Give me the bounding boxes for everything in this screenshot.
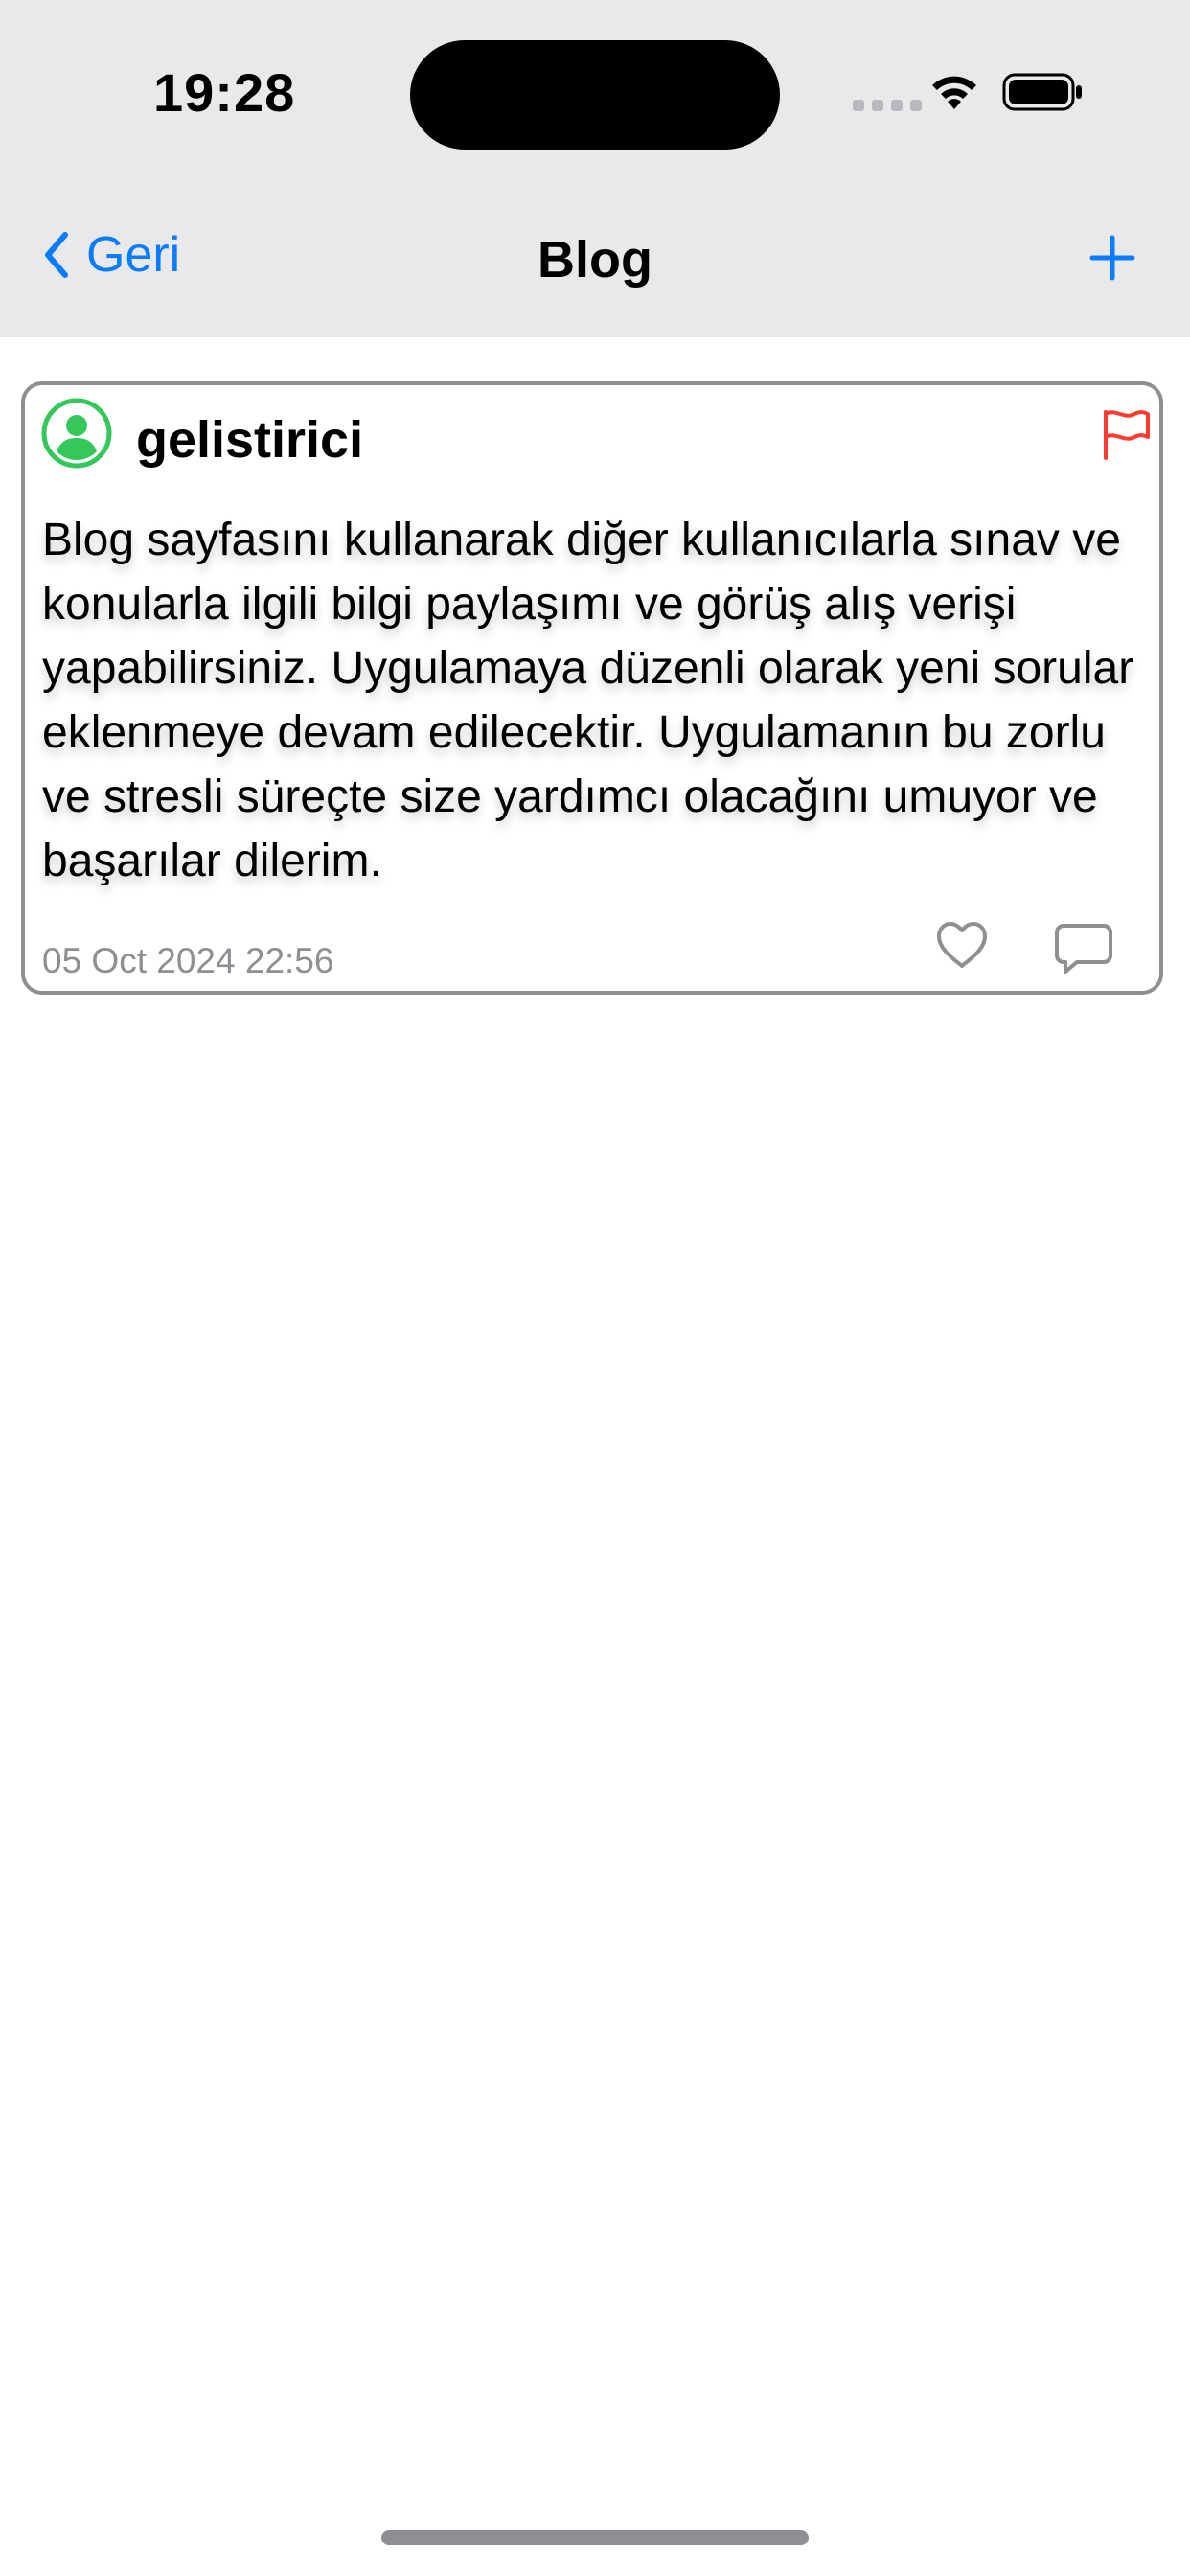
post-author[interactable]: gelistirici [136, 410, 363, 470]
post-card[interactable]: gelistirici Blog sayfasını kullanarak di… [21, 381, 1163, 995]
dynamic-island [410, 40, 780, 150]
flag-icon[interactable] [1100, 406, 1152, 462]
heart-icon[interactable] [935, 920, 989, 970]
signal-icon [853, 100, 922, 111]
user-avatar-icon [41, 398, 112, 469]
battery-icon [1002, 73, 1082, 111]
post-date: 05 Oct 2024 22:56 [42, 941, 334, 980]
wifi-icon [932, 76, 976, 109]
page-title: Blog [538, 231, 652, 288]
post-body: Blog sayfasını kullanarak diğer kullanıc… [42, 515, 1134, 886]
status-time: 19:28 [153, 62, 296, 123]
blog-screen: 19:28 Geri Blog gelistirici Blog sayfası… [0, 0, 1190, 2576]
add-post-button[interactable] [1088, 234, 1136, 287]
comment-icon[interactable] [1054, 922, 1113, 976]
header: 19:28 Geri Blog [0, 0, 1190, 337]
plus-icon [1089, 235, 1135, 281]
home-indicator[interactable] [381, 2530, 809, 2545]
